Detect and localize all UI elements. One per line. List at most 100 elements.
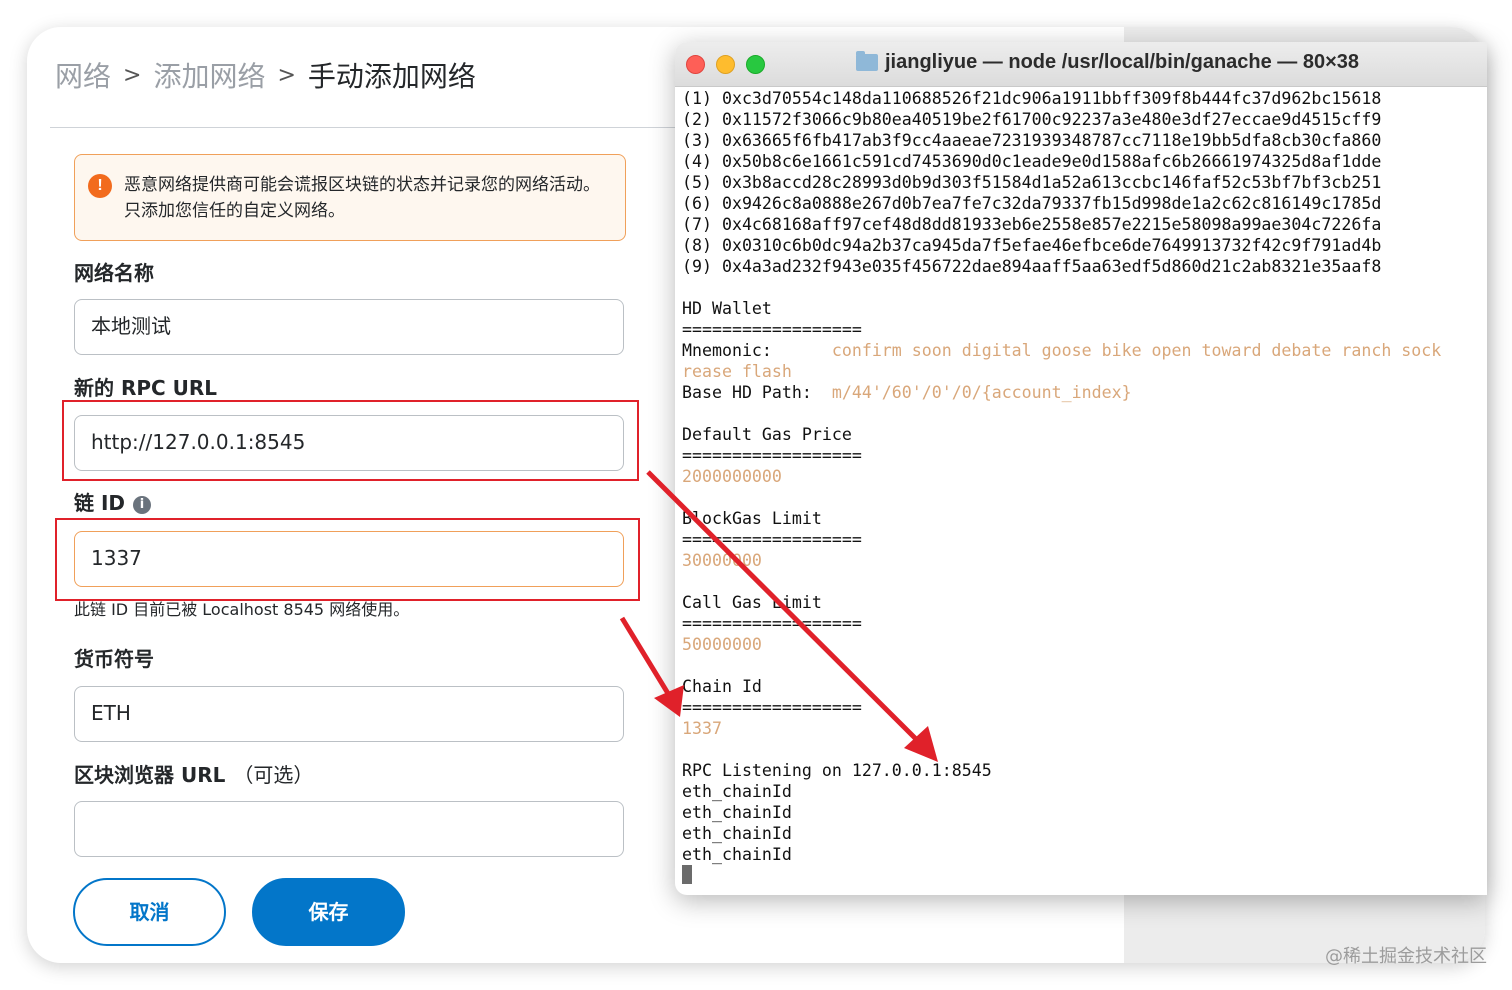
terminal-line-text: eth_chainId bbox=[682, 845, 792, 864]
minimize-window-button[interactable] bbox=[716, 55, 735, 74]
cancel-button[interactable]: 取消 bbox=[73, 878, 226, 946]
breadcrumb-add-network[interactable]: 添加网络 bbox=[153, 55, 265, 95]
annotation-box-chain-id bbox=[55, 518, 640, 601]
chain-id-label-row: 链 ID i bbox=[74, 487, 152, 516]
terminal-line-text: (5) 0x3b8accd28c28993d0b9d303f51584d1a52… bbox=[682, 173, 1382, 192]
terminal-line: ================== bbox=[682, 445, 1487, 466]
currency-symbol-field[interactable]: ETH bbox=[74, 686, 624, 742]
block-explorer-field[interactable] bbox=[74, 801, 624, 857]
terminal-line-text: HD Wallet bbox=[682, 299, 772, 318]
divider bbox=[50, 127, 710, 128]
terminal-line-value: 1337 bbox=[682, 719, 722, 738]
block-explorer-label: 区块浏览器 URL bbox=[74, 763, 226, 787]
terminal-line-text: BlockGas Limit bbox=[682, 509, 822, 528]
terminal-window: jiangliyue — node /usr/local/bin/ganache… bbox=[675, 42, 1487, 895]
terminal-line: eth_chainId bbox=[682, 781, 1487, 802]
terminal-line: Mnemonic: confirm soon digital goose bik… bbox=[682, 340, 1487, 361]
terminal-line-text: (3) 0x63665f6fb417ab3f9cc4aaeae723193934… bbox=[682, 131, 1382, 150]
terminal-line-text: Call Gas Limit bbox=[682, 593, 822, 612]
block-explorer-label-row: 区块浏览器 URL （可选） bbox=[74, 759, 313, 788]
page-title: 手动添加网络 bbox=[307, 60, 476, 93]
terminal-line-text: ================== bbox=[682, 530, 862, 549]
terminal-line-value: 30000000 bbox=[682, 551, 762, 570]
terminal-line: 30000000 bbox=[682, 550, 1487, 571]
terminal-titlebar: jiangliyue — node /usr/local/bin/ganache… bbox=[675, 42, 1487, 87]
terminal-line-text: eth_chainId bbox=[682, 803, 792, 822]
terminal-line-text: (6) 0x9426c8a0888e267d0b7ea7fe7c32da7933… bbox=[682, 194, 1382, 213]
terminal-line: BlockGas Limit bbox=[682, 508, 1487, 529]
network-name-field[interactable]: 本地测试 bbox=[74, 299, 624, 355]
terminal-line: (9) 0x4a3ad232f943e035f456722dae894aaff5… bbox=[682, 256, 1487, 277]
close-window-button[interactable] bbox=[686, 55, 705, 74]
breadcrumb: 网络 > 添加网络 > 手动添加网络 bbox=[55, 55, 476, 95]
terminal-line: ================== bbox=[682, 319, 1487, 340]
terminal-line: (1) 0xc3d70554c148da110688526f21dc906a19… bbox=[682, 88, 1487, 109]
terminal-line: (8) 0x0310c6b0dc94a2b37ca945da7f5efae46e… bbox=[682, 235, 1487, 256]
terminal-line-text: (7) 0x4c68168aff97cef48d8dd81933eb6e2558… bbox=[682, 215, 1382, 234]
terminal-line: HD Wallet bbox=[682, 298, 1487, 319]
terminal-line: rease flash bbox=[682, 361, 1487, 382]
terminal-line-value: 50000000 bbox=[682, 635, 762, 654]
terminal-line-value: rease flash bbox=[682, 362, 792, 381]
terminal-line-text: (8) 0x0310c6b0dc94a2b37ca945da7f5efae46e… bbox=[682, 236, 1382, 255]
terminal-line: 1337 bbox=[682, 718, 1487, 739]
terminal-line: eth_chainId bbox=[682, 823, 1487, 844]
terminal-line-text: eth_chainId bbox=[682, 782, 792, 801]
terminal-title: jiangliyue — node /usr/local/bin/ganache… bbox=[885, 51, 1360, 73]
optional-label: （可选） bbox=[233, 763, 314, 787]
watermark: @稀土掘金技术社区 bbox=[1325, 946, 1487, 967]
zoom-window-button[interactable] bbox=[746, 55, 765, 74]
terminal-line: ================== bbox=[682, 613, 1487, 634]
chevron-right-icon: > bbox=[277, 62, 296, 88]
network-name-label: 网络名称 bbox=[74, 261, 154, 285]
chevron-right-icon: > bbox=[123, 62, 142, 88]
terminal-line: RPC Listening on 127.0.0.1:8545 bbox=[682, 760, 1487, 781]
terminal-cursor bbox=[682, 865, 692, 884]
terminal-line-text: ================== bbox=[682, 446, 862, 465]
save-button[interactable]: 保存 bbox=[252, 878, 405, 946]
annotation-box-rpc bbox=[62, 400, 639, 481]
terminal-line-text: Chain Id bbox=[682, 677, 762, 696]
terminal-line: eth_chainId bbox=[682, 844, 1487, 865]
terminal-line-text: ================== bbox=[682, 320, 862, 339]
terminal-line-text: Mnemonic: bbox=[682, 341, 832, 360]
terminal-line: (2) 0x11572f3066c9b80ea40519be2f61700c92… bbox=[682, 109, 1487, 130]
info-icon[interactable]: i bbox=[133, 495, 152, 514]
terminal-line: Chain Id bbox=[682, 676, 1487, 697]
warning-text: 恶意网络提供商可能会谎报区块链的状态并记录您的网络活动。只添加您信任的自定义网络… bbox=[124, 175, 600, 221]
terminal-line-text: (9) 0x4a3ad232f943e035f456722dae894aaff5… bbox=[682, 257, 1382, 276]
terminal-line-text: (2) 0x11572f3066c9b80ea40519be2f61700c92… bbox=[682, 110, 1382, 129]
terminal-line-text: Base HD Path: bbox=[682, 383, 832, 402]
currency-symbol-label: 货币符号 bbox=[74, 647, 154, 671]
terminal-line-text: eth_chainId bbox=[682, 824, 792, 843]
terminal-output[interactable]: (1) 0xc3d70554c148da110688526f21dc906a19… bbox=[682, 88, 1487, 886]
warning-banner: ! 恶意网络提供商可能会谎报区块链的状态并记录您的网络活动。只添加您信任的自定义… bbox=[74, 154, 626, 241]
terminal-line: (4) 0x50b8c6e1661c591cd7453690d0c1eade9e… bbox=[682, 151, 1487, 172]
terminal-line: (3) 0x63665f6fb417ab3f9cc4aaeae723193934… bbox=[682, 130, 1487, 151]
breadcrumb-networks[interactable]: 网络 bbox=[55, 55, 111, 95]
terminal-line-text: Default Gas Price bbox=[682, 425, 852, 444]
terminal-line: (6) 0x9426c8a0888e267d0b7ea7fe7c32da7933… bbox=[682, 193, 1487, 214]
terminal-line-value: m/44'/60'/0'/0/{account_index} bbox=[831, 383, 1132, 402]
terminal-line: ================== bbox=[682, 697, 1487, 718]
terminal-line: ================== bbox=[682, 529, 1487, 550]
terminal-line: (5) 0x3b8accd28c28993d0b9d303f51584d1a52… bbox=[682, 172, 1487, 193]
terminal-line: 2000000000 bbox=[682, 466, 1487, 487]
terminal-line-text: (1) 0xc3d70554c148da110688526f21dc906a19… bbox=[682, 89, 1382, 108]
terminal-line-text: ================== bbox=[682, 698, 862, 717]
terminal-line-value: confirm soon digital goose bike open tow… bbox=[831, 341, 1442, 360]
rpc-url-label: 新的 RPC URL bbox=[74, 376, 218, 400]
terminal-line: 50000000 bbox=[682, 634, 1487, 655]
folder-icon bbox=[856, 51, 878, 71]
terminal-line: (7) 0x4c68168aff97cef48d8dd81933eb6e2558… bbox=[682, 214, 1487, 235]
terminal-line: eth_chainId bbox=[682, 802, 1487, 823]
terminal-line-text: ================== bbox=[682, 614, 862, 633]
warning-icon: ! bbox=[88, 174, 112, 198]
chain-id-label: 链 ID bbox=[74, 491, 126, 515]
terminal-line-text: RPC Listening on 127.0.0.1:8545 bbox=[682, 761, 992, 780]
